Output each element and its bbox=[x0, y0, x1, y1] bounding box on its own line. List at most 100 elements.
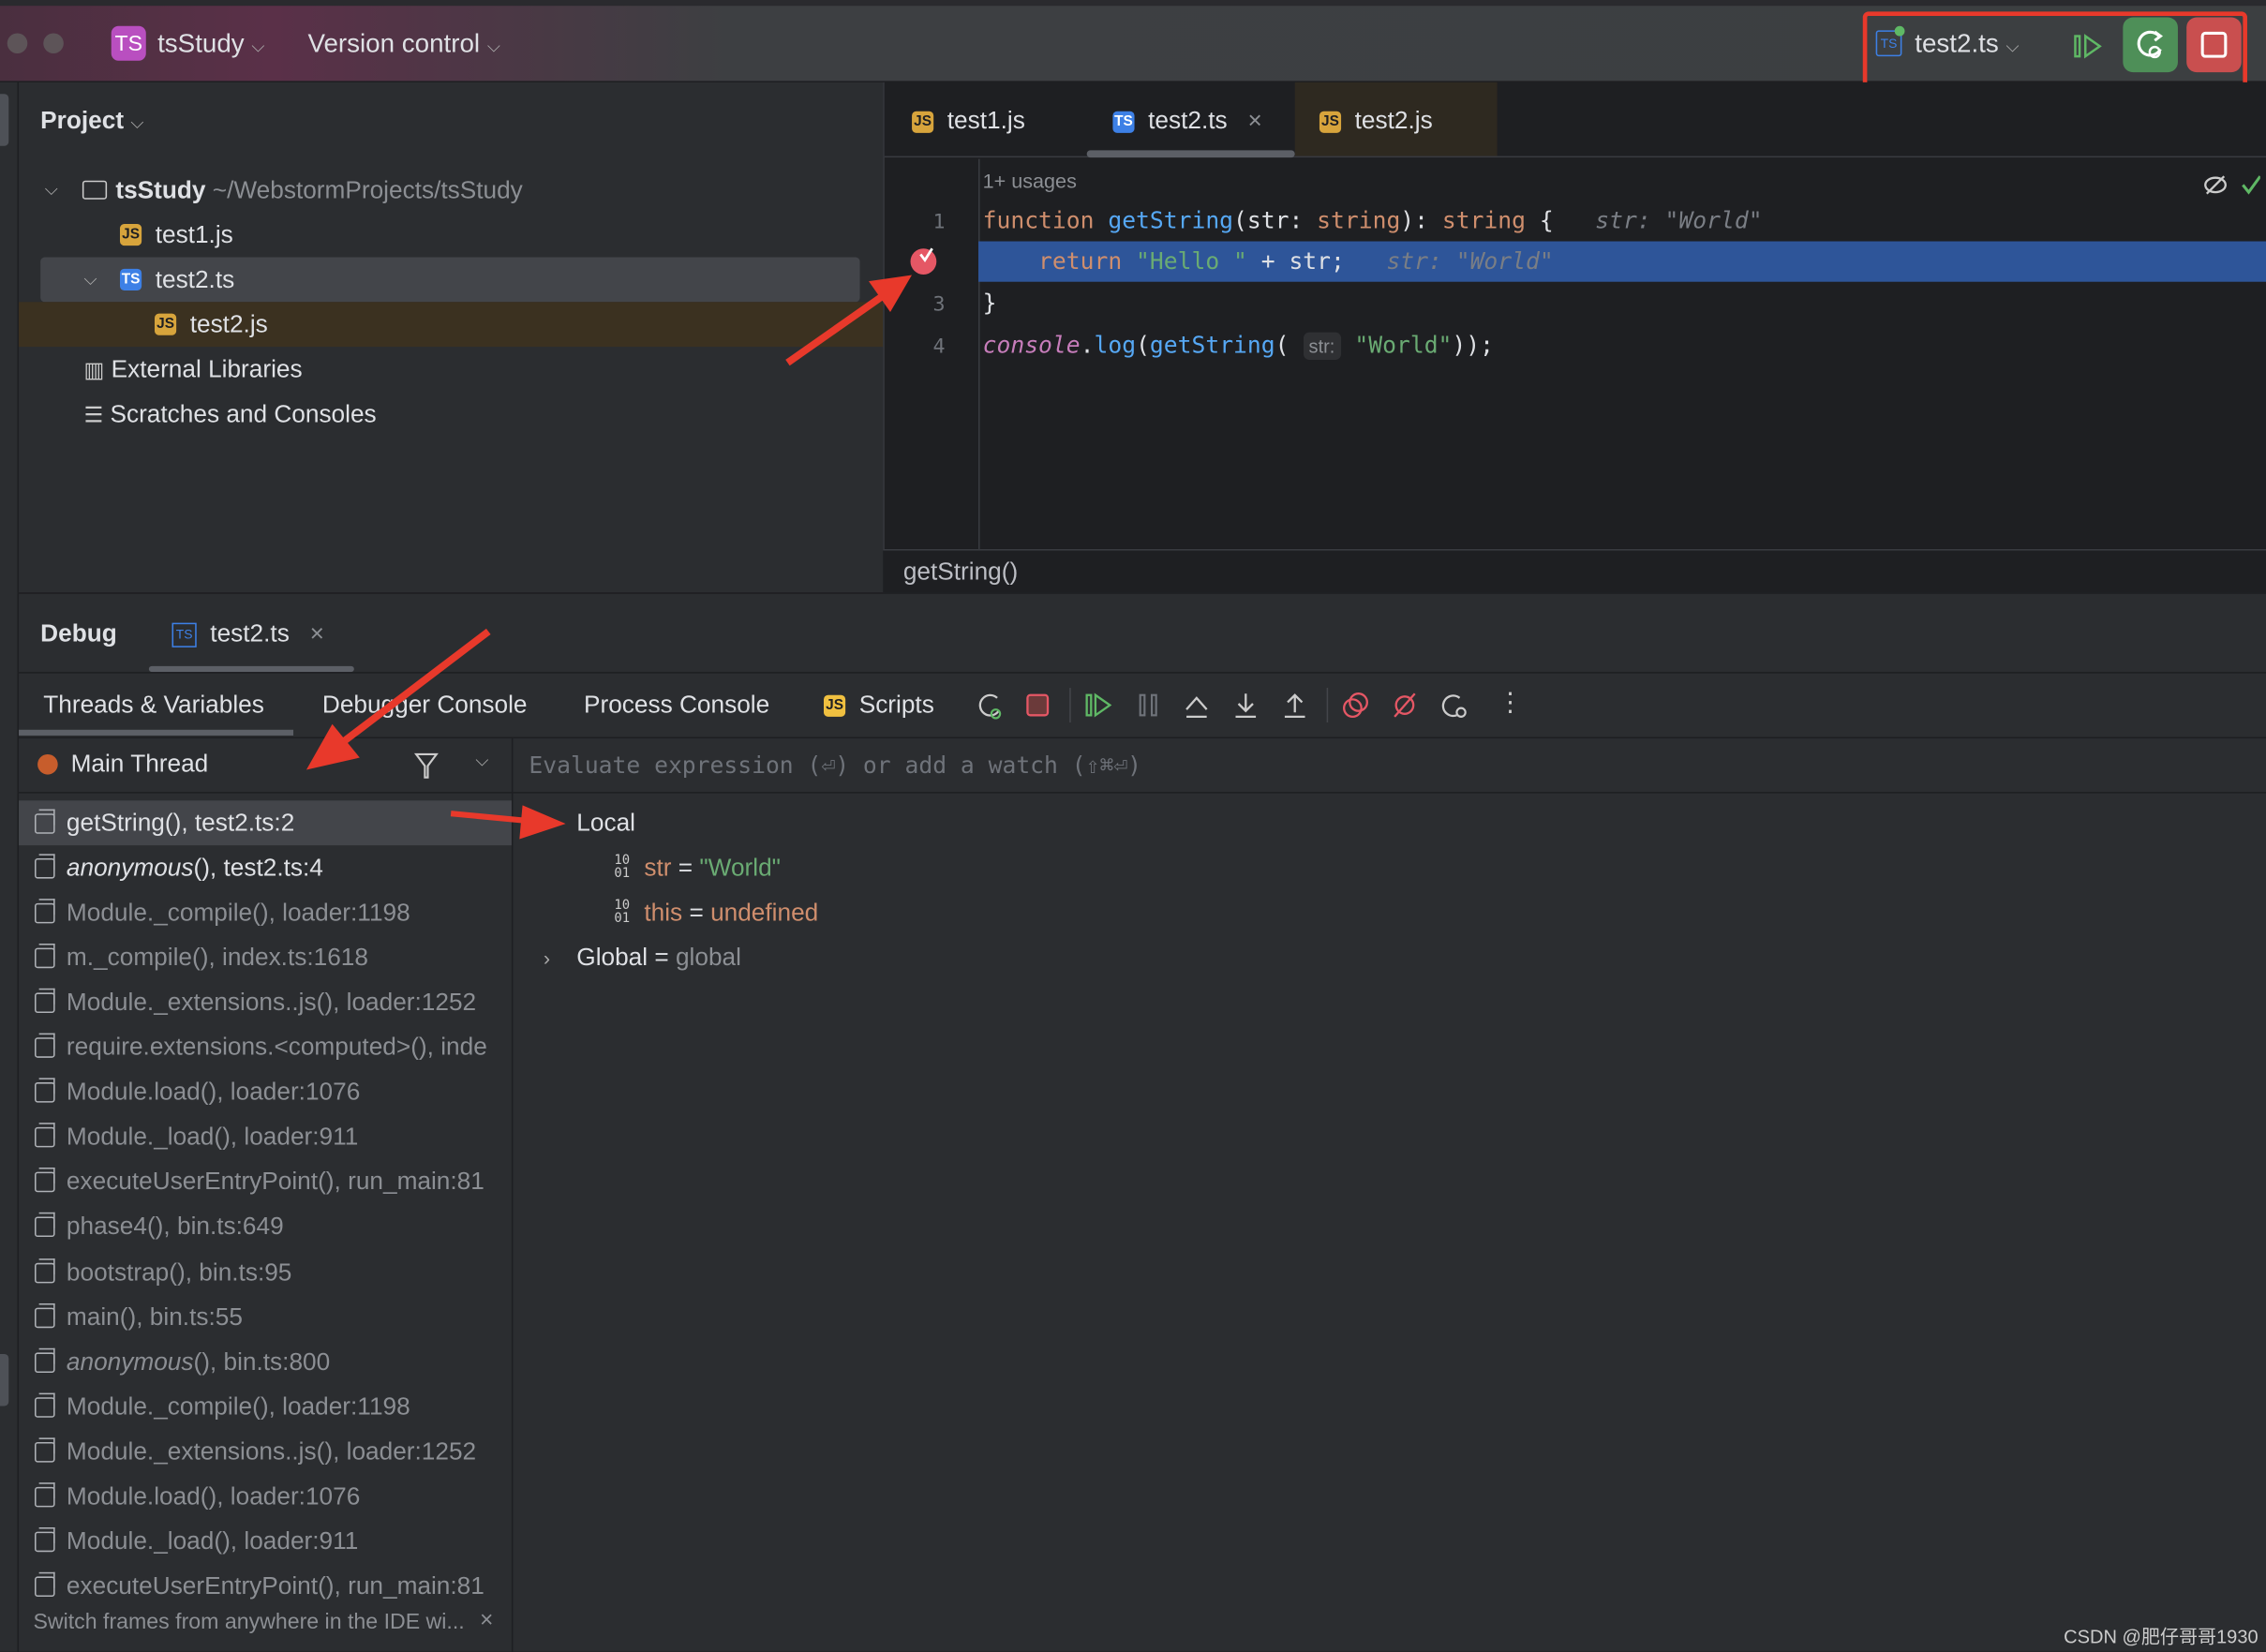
tree-item-scratches[interactable]: ☰ Scratches and Consoles bbox=[83, 392, 376, 437]
line-number: 1 bbox=[932, 211, 946, 234]
project-panel: Project ⌵ ⌵ tsStudy ~/WebstormProjects/ts… bbox=[19, 82, 884, 593]
tree-item-root[interactable]: ⌵ tsStudy ~/WebstormProjects/tsStudy bbox=[45, 168, 523, 213]
pause-icon[interactable] bbox=[1135, 691, 1164, 720]
window-control[interactable] bbox=[7, 33, 28, 54]
more-icon[interactable]: ⋮ bbox=[1498, 688, 1524, 718]
eval-placeholder[interactable]: Evaluate expression (⏎) or add a watch (… bbox=[529, 752, 1141, 779]
tab-label: Scripts bbox=[858, 691, 934, 719]
project-switcher[interactable]: tsStudy ⌵ bbox=[157, 29, 264, 59]
chevron-right-icon[interactable]: › bbox=[544, 946, 576, 970]
stack-frame[interactable]: getString (), test2.ts:2 bbox=[19, 800, 512, 846]
close-icon[interactable]: × bbox=[310, 620, 324, 649]
thread-suspended-icon bbox=[37, 753, 58, 775]
project-view-selector[interactable]: Project ⌵ bbox=[40, 107, 143, 136]
chevron-down-icon: ⌵ bbox=[486, 36, 500, 57]
window-control[interactable] bbox=[43, 33, 64, 54]
view-breakpoints-icon[interactable] bbox=[1341, 691, 1370, 720]
stack-frame[interactable]: Module._compile (), loader:1198 bbox=[19, 890, 512, 935]
frame-function: Module.load bbox=[66, 1078, 201, 1106]
step-over-icon[interactable] bbox=[1182, 691, 1211, 720]
tree-item-external-libraries[interactable]: ▥ External Libraries bbox=[83, 347, 302, 392]
frame-function: Module._compile bbox=[66, 1392, 253, 1421]
variables-local-group[interactable]: Local bbox=[576, 810, 635, 839]
breadcrumb[interactable]: getString() bbox=[903, 558, 1018, 587]
token: ( bbox=[1275, 331, 1290, 359]
var-value: global bbox=[675, 943, 741, 972]
thread-selector[interactable]: Main Thread bbox=[71, 750, 209, 779]
frame-location: (), loader:1198 bbox=[252, 898, 410, 927]
project-badge: TS bbox=[111, 25, 146, 61]
tab-test2-ts[interactable]: TS test2.ts × bbox=[1112, 107, 1262, 136]
tree-item-test2-ts[interactable]: ⌵ TS test2.ts bbox=[40, 257, 860, 303]
js-file-icon: JS bbox=[1319, 110, 1342, 133]
stack-frame[interactable]: Module._extensions..js (), loader:1252 bbox=[19, 1430, 512, 1475]
variable-row[interactable]: 10 01 str = "World" bbox=[614, 854, 781, 883]
variables-global-group[interactable]: › Global = global bbox=[544, 944, 741, 973]
stack-frame[interactable]: m._compile (), index.ts:1618 bbox=[19, 935, 512, 980]
frame-function: Module._compile bbox=[66, 898, 253, 927]
code-line-3[interactable]: } bbox=[983, 283, 997, 323]
stop-icon[interactable] bbox=[1023, 691, 1052, 720]
stack-frame[interactable]: anonymous (), test2.ts:4 bbox=[19, 845, 512, 890]
step-into-icon[interactable] bbox=[1231, 691, 1260, 720]
stack-frame[interactable]: Module.load (), loader:1076 bbox=[19, 1475, 512, 1520]
primitive-icon: 10 01 bbox=[614, 899, 631, 927]
frame-icon bbox=[35, 1078, 55, 1103]
vcs-menu[interactable]: Version control ⌵ bbox=[307, 29, 499, 59]
breakpoint-icon[interactable] bbox=[907, 246, 942, 277]
tab-test2-js[interactable]: JS test2.js bbox=[1319, 107, 1433, 136]
stack-frame[interactable]: executeUserEntryPoint (), run_main:81 bbox=[19, 1565, 512, 1610]
token: ( bbox=[1136, 331, 1150, 359]
code-line-4[interactable]: console.log(getString( str: "World")); bbox=[983, 325, 1494, 365]
stack-frame[interactable]: main (), bin.ts:55 bbox=[19, 1295, 512, 1340]
frame-function: Module._extensions..js bbox=[66, 988, 317, 1016]
tab-process-console[interactable]: Process Console bbox=[584, 691, 769, 720]
frame-location: (), inde bbox=[410, 1033, 487, 1061]
tree-item-test2-js[interactable]: JS test2.js bbox=[19, 302, 884, 348]
tree-item-test1-js[interactable]: JS test1.js bbox=[119, 213, 233, 258]
stack-frame[interactable]: require.extensions.<computed> (), inde bbox=[19, 1025, 512, 1070]
separator bbox=[1326, 688, 1329, 723]
filter-icon[interactable] bbox=[413, 752, 440, 781]
stack-frame[interactable]: Module._load (), loader:911 bbox=[19, 1520, 512, 1565]
frame-icon bbox=[35, 1347, 55, 1373]
chevron-down-icon[interactable]: ⌵ bbox=[475, 750, 488, 771]
stack-frame[interactable]: Module.load (), loader:1076 bbox=[19, 1070, 512, 1115]
variable-row[interactable]: 10 01 this = undefined bbox=[614, 899, 818, 928]
tab-test1-js[interactable]: JS test1.js bbox=[912, 107, 1025, 136]
stack-frame[interactable]: Module._compile (), loader:1198 bbox=[19, 1385, 512, 1430]
gutter-divider bbox=[978, 158, 980, 549]
splitter[interactable] bbox=[511, 738, 514, 1652]
mute-breakpoints-icon[interactable] bbox=[1391, 691, 1420, 720]
reset-frame-icon[interactable] bbox=[1439, 691, 1468, 720]
stack-frame[interactable]: Module._extensions..js (), loader:1252 bbox=[19, 980, 512, 1025]
debug-tool-button[interactable] bbox=[0, 1353, 9, 1406]
step-out-icon[interactable] bbox=[1280, 691, 1309, 720]
tab-debugger-console[interactable]: Debugger Console bbox=[322, 691, 528, 720]
reader-mode-icon[interactable] bbox=[2202, 172, 2260, 199]
frame-icon bbox=[35, 1168, 55, 1193]
token: string bbox=[1441, 206, 1526, 234]
chevron-down-icon: ⌵ bbox=[130, 112, 144, 133]
project-tool-button[interactable] bbox=[0, 94, 9, 146]
tab-threads-variables[interactable]: Threads & Variables bbox=[43, 691, 264, 720]
stack-frame[interactable]: executeUserEntryPoint (), run_main:81 bbox=[19, 1160, 512, 1205]
resume-icon[interactable] bbox=[1084, 691, 1113, 720]
tab-scripts[interactable]: JS Scripts bbox=[823, 691, 934, 720]
close-icon[interactable]: × bbox=[1248, 107, 1262, 136]
frame-function: Module._extensions..js bbox=[66, 1437, 317, 1466]
usages-hint[interactable]: 1+ usages bbox=[983, 169, 1077, 192]
debug-session-tab[interactable]: TS test2.ts × bbox=[171, 620, 324, 649]
stack-frame[interactable]: phase4 (), bin.ts:649 bbox=[19, 1205, 512, 1250]
stack-frame[interactable]: Module._load (), loader:911 bbox=[19, 1115, 512, 1160]
code-line-1[interactable]: function getString(str: string): string … bbox=[983, 201, 1763, 241]
code-line-2[interactable]: return "Hello " + str; str: "World" bbox=[983, 242, 1554, 282]
stack-frame[interactable]: bootstrap (), bin.ts:95 bbox=[19, 1250, 512, 1295]
debug-title: Debug bbox=[40, 619, 117, 647]
close-icon[interactable]: × bbox=[480, 1608, 493, 1634]
breadcrumb-bar bbox=[883, 548, 2266, 593]
frame-function: executeUserEntryPoint bbox=[66, 1572, 319, 1600]
stack-frame[interactable]: anonymous (), bin.ts:800 bbox=[19, 1340, 512, 1385]
active-tab-indicator bbox=[19, 729, 294, 736]
rerun-icon[interactable] bbox=[976, 691, 1005, 720]
